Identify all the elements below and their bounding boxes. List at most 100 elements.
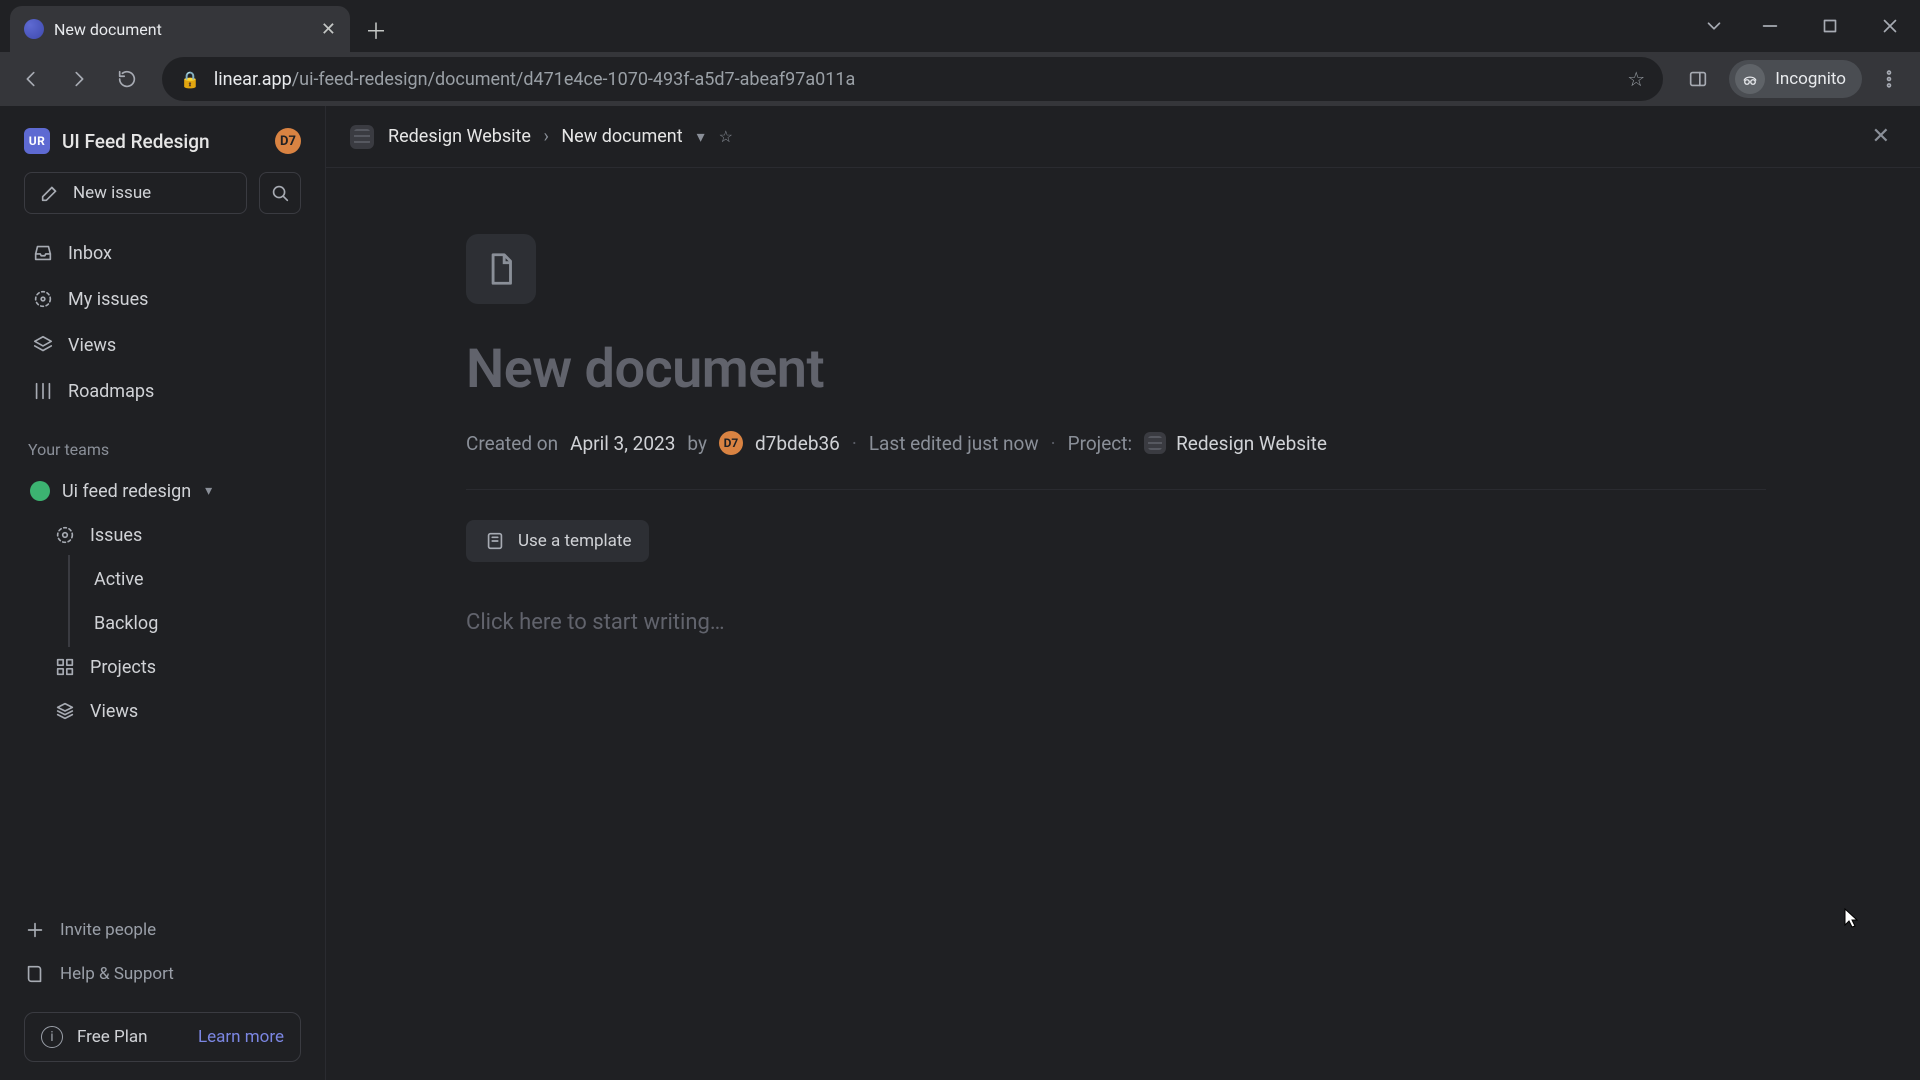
plus-icon bbox=[24, 919, 46, 941]
meta-separator-dot: · bbox=[852, 432, 857, 455]
learn-more-link[interactable]: Learn more bbox=[198, 1027, 284, 1047]
incognito-label: Incognito bbox=[1775, 69, 1846, 89]
layers-icon bbox=[54, 700, 76, 722]
projects-icon bbox=[54, 656, 76, 678]
breadcrumb-document[interactable]: New document bbox=[561, 126, 682, 147]
team-color-dot bbox=[30, 481, 50, 501]
help-label: Help & Support bbox=[60, 964, 174, 984]
tab-close-icon[interactable]: ✕ bbox=[321, 19, 336, 40]
plan-box: i Free Plan Learn more bbox=[24, 1012, 301, 1062]
main-content: Redesign Website › New document ▾ ☆ ✕ Ne… bbox=[326, 106, 1920, 1080]
meta-separator-dot: · bbox=[1051, 432, 1056, 455]
plan-label: Free Plan bbox=[77, 1027, 184, 1047]
tab-search-chevron-icon[interactable] bbox=[1688, 4, 1740, 48]
url-text: linear.app/ui-feed-redesign/document/d47… bbox=[214, 69, 1613, 90]
side-panel-icon[interactable] bbox=[1677, 58, 1719, 100]
favorite-star-icon[interactable]: ☆ bbox=[719, 127, 733, 146]
incognito-chip[interactable]: Incognito bbox=[1729, 60, 1862, 98]
close-panel-icon[interactable]: ✕ bbox=[1866, 118, 1896, 155]
window-maximize-button[interactable] bbox=[1800, 4, 1860, 48]
use-template-label: Use a template bbox=[518, 531, 631, 551]
created-date: April 3, 2023 bbox=[570, 432, 675, 455]
document-icon-picker[interactable] bbox=[466, 234, 536, 304]
document-title-input[interactable]: New document bbox=[466, 338, 1766, 401]
issues-icon bbox=[54, 524, 76, 546]
created-by-word: by bbox=[687, 432, 707, 455]
nav-reload-button[interactable] bbox=[106, 58, 148, 100]
sidebar-item-label: Views bbox=[68, 335, 116, 356]
sidebar-item-inbox[interactable]: Inbox bbox=[24, 232, 301, 274]
book-icon bbox=[24, 963, 46, 985]
browser-toolbar: 🔒 linear.app/ui-feed-redesign/document/d… bbox=[0, 52, 1920, 106]
workspace-badge: UR bbox=[24, 128, 50, 154]
breadcrumb-menu-chevron-icon[interactable]: ▾ bbox=[697, 127, 705, 146]
use-template-button[interactable]: Use a template bbox=[466, 520, 649, 562]
app-header: Redesign Website › New document ▾ ☆ ✕ bbox=[326, 106, 1920, 168]
team-row[interactable]: Ui feed redesign ▾ bbox=[24, 471, 301, 511]
search-button[interactable] bbox=[259, 172, 301, 214]
target-icon bbox=[32, 288, 54, 310]
created-on-prefix: Created on bbox=[466, 432, 558, 455]
team-item-label: Backlog bbox=[94, 613, 158, 634]
team-item-active[interactable]: Active bbox=[24, 559, 301, 599]
invite-people-button[interactable]: Invite people bbox=[24, 910, 301, 950]
help-support-button[interactable]: Help & Support bbox=[24, 954, 301, 994]
tab-title: New document bbox=[54, 20, 311, 39]
editor-placeholder[interactable]: Click here to start writing… bbox=[466, 610, 1766, 635]
browser-tab[interactable]: New document ✕ bbox=[10, 6, 350, 52]
author-name[interactable]: d7bdeb36 bbox=[755, 432, 840, 455]
workspace-name: UI Feed Redesign bbox=[62, 130, 263, 153]
breadcrumb: Redesign Website › New document bbox=[388, 126, 683, 147]
last-edited-label: Last edited just now bbox=[869, 432, 1039, 455]
team-item-backlog[interactable]: Backlog bbox=[24, 603, 301, 643]
address-bar[interactable]: 🔒 linear.app/ui-feed-redesign/document/d… bbox=[162, 57, 1663, 101]
user-avatar-badge[interactable]: D7 bbox=[275, 128, 301, 154]
browser-chrome: New document ✕ ＋ 🔒 linear.app/ui-feed-re… bbox=[0, 0, 1920, 106]
project-link[interactable]: Redesign Website bbox=[1144, 432, 1327, 455]
sidebar-item-label: My issues bbox=[68, 289, 148, 310]
new-issue-label: New issue bbox=[73, 183, 151, 203]
window-controls bbox=[1688, 0, 1920, 52]
new-tab-button[interactable]: ＋ bbox=[360, 14, 392, 46]
sidebar-item-my-issues[interactable]: My issues bbox=[24, 278, 301, 320]
project-icon bbox=[1144, 432, 1166, 454]
document-area: New document Created on April 3, 2023 by… bbox=[326, 168, 1920, 1080]
invite-label: Invite people bbox=[60, 920, 156, 940]
app-root: UR UI Feed Redesign D7 New issue Inbox M… bbox=[0, 106, 1920, 1080]
new-issue-button[interactable]: New issue bbox=[24, 172, 247, 214]
chevron-down-icon: ▾ bbox=[205, 483, 212, 499]
breadcrumb-project[interactable]: Redesign Website bbox=[388, 126, 531, 147]
nav-forward-button[interactable] bbox=[58, 58, 100, 100]
lock-icon: 🔒 bbox=[180, 70, 200, 89]
bookmark-star-icon[interactable]: ☆ bbox=[1627, 67, 1645, 91]
window-minimize-button[interactable] bbox=[1740, 4, 1800, 48]
team-item-label: Active bbox=[94, 569, 144, 590]
sidebar-item-views[interactable]: Views bbox=[24, 324, 301, 366]
inbox-icon bbox=[32, 242, 54, 264]
tab-strip: New document ✕ ＋ bbox=[0, 0, 1920, 52]
project-name: Redesign Website bbox=[1176, 432, 1327, 455]
workspace-switcher[interactable]: UR UI Feed Redesign D7 bbox=[24, 124, 301, 168]
document-icon bbox=[482, 250, 520, 288]
breadcrumb-separator: › bbox=[543, 126, 548, 147]
document-meta: Created on April 3, 2023 by D7 d7bdeb36 … bbox=[466, 431, 1766, 490]
window-close-button[interactable] bbox=[1860, 4, 1920, 48]
sidebar: UR UI Feed Redesign D7 New issue Inbox M… bbox=[0, 106, 326, 1080]
sidebar-item-roadmaps[interactable]: Roadmaps bbox=[24, 370, 301, 412]
roadmap-icon bbox=[32, 380, 54, 402]
template-icon bbox=[484, 530, 506, 552]
project-label: Project: bbox=[1068, 432, 1132, 455]
team-item-views[interactable]: Views bbox=[24, 691, 301, 731]
sidebar-item-label: Roadmaps bbox=[68, 381, 154, 402]
team-item-projects[interactable]: Projects bbox=[24, 647, 301, 687]
author-avatar-badge: D7 bbox=[719, 431, 743, 455]
browser-menu-icon[interactable] bbox=[1868, 58, 1910, 100]
team-item-label: Views bbox=[90, 701, 138, 722]
layers-icon bbox=[32, 334, 54, 356]
project-icon[interactable] bbox=[350, 125, 374, 149]
team-item-label: Issues bbox=[90, 525, 142, 546]
linear-favicon bbox=[24, 19, 44, 39]
team-item-issues[interactable]: Issues bbox=[24, 515, 301, 555]
info-icon: i bbox=[41, 1026, 63, 1048]
nav-back-button[interactable] bbox=[10, 58, 52, 100]
